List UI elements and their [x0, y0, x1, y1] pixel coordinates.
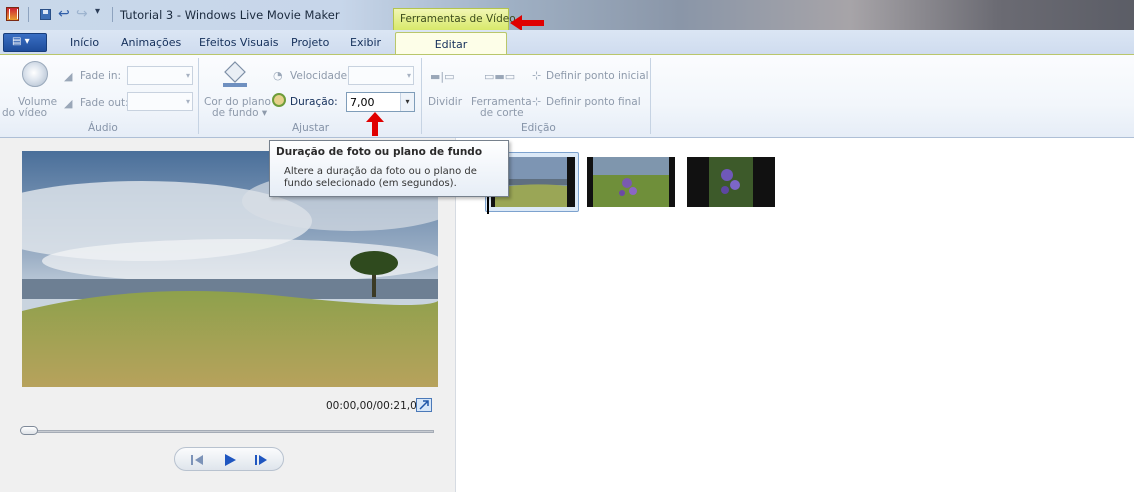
fade-out-label: Fade out: — [80, 97, 129, 109]
trim-tool-label-2: de corte — [480, 107, 524, 119]
seek-thumb[interactable] — [20, 426, 38, 435]
annotation-arrow-up-icon — [366, 112, 384, 136]
tab-editar[interactable]: Editar — [395, 32, 507, 56]
duration-field[interactable]: ▾ — [346, 92, 415, 112]
group-separator — [650, 58, 651, 134]
fade-out-select[interactable]: ▾ — [127, 92, 193, 111]
title-bar: ↪ ↪ ▾ Tutorial 3 - Windows Live Movie Ma… — [0, 0, 1134, 31]
fade-in-select[interactable]: ▾ — [127, 66, 193, 85]
speed-label: Velocidade: — [290, 70, 351, 82]
window-title: Tutorial 3 - Windows Live Movie Maker — [120, 8, 340, 22]
tooltip: Duração de foto ou plano de fundo Altere… — [269, 140, 509, 197]
tooltip-body: Altere a duração da foto ou o plano de f… — [284, 166, 477, 189]
speaker-volume-icon[interactable] — [22, 61, 48, 87]
timecode: 00:00,00/00:21,00 — [326, 400, 424, 412]
fade-in-label: Fade in: — [80, 70, 122, 82]
volume-label-2: do vídeo — [2, 107, 48, 119]
tab-efeitos-visuais[interactable]: Efeitos Visuais — [199, 36, 279, 49]
duration-label: Duração: — [290, 96, 338, 108]
tab-inicio[interactable]: Início — [70, 36, 99, 49]
next-frame-icon[interactable] — [249, 452, 273, 468]
file-menu-button[interactable]: ▤ ▾ — [3, 33, 47, 52]
tooltip-title: Duração de foto ou plano de fundo — [276, 146, 483, 158]
paint-bucket-icon[interactable] — [222, 60, 248, 88]
tab-exibir[interactable]: Exibir — [350, 36, 381, 49]
group-separator — [421, 58, 422, 134]
storyboard-clip[interactable] — [587, 157, 675, 207]
movie-maker-window: ↪ ↪ ▾ Tutorial 3 - Windows Live Movie Ma… — [0, 0, 1134, 492]
storyboard-clip[interactable] — [687, 157, 775, 207]
chevron-down-icon[interactable]: ▾ — [400, 93, 414, 111]
group-label-adjust: Ajustar — [292, 122, 330, 134]
chevron-down-icon: ▾ — [185, 71, 190, 80]
fullscreen-icon[interactable] — [416, 398, 432, 412]
play-icon[interactable] — [219, 452, 241, 468]
chevron-down-icon: ▾ — [406, 71, 411, 80]
quick-access-dropdown-icon[interactable]: ▾ — [95, 6, 100, 17]
fade-in-icon: ◢ — [64, 70, 73, 83]
undo-icon[interactable]: ↪ — [58, 6, 70, 22]
storyboard — [457, 138, 1134, 492]
split-icon: ▬|▭ — [430, 70, 455, 83]
trim-tool-icon: ▭▬▭ — [484, 70, 516, 83]
tab-animacoes[interactable]: Animações — [121, 36, 181, 49]
tab-projeto[interactable]: Projeto — [291, 36, 329, 49]
speed-icon: ◔ — [273, 69, 283, 82]
group-label-audio: Áudio — [88, 122, 118, 134]
context-tab-video-tools: Ferramentas de Vídeo — [393, 8, 516, 30]
bgcolor-label-2: de fundo ▾ — [212, 107, 268, 119]
set-start-point-button[interactable]: Definir ponto inicial — [546, 70, 649, 82]
group-separator — [198, 58, 199, 134]
split-button[interactable]: Dividir — [428, 96, 462, 108]
group-label-editing: Edição — [521, 122, 556, 134]
app-icon[interactable] — [6, 7, 19, 21]
chevron-down-icon: ▾ — [185, 97, 190, 106]
playback-controls — [174, 447, 284, 471]
set-end-point-button[interactable]: Definir ponto final — [546, 96, 641, 108]
save-icon[interactable] — [40, 9, 51, 20]
seek-bar[interactable] — [22, 430, 434, 433]
duration-input[interactable] — [347, 93, 397, 111]
set-end-icon: ⊹ — [532, 95, 542, 108]
set-start-icon: ⊹ — [532, 69, 542, 82]
clock-icon — [272, 93, 286, 107]
previous-frame-icon[interactable] — [187, 452, 211, 468]
redo-icon[interactable]: ↪ — [76, 6, 88, 22]
separator — [28, 7, 29, 22]
separator — [112, 7, 113, 22]
speed-select[interactable]: ▾ — [348, 66, 414, 85]
file-menu-icon: ▤ ▾ — [12, 36, 30, 47]
fade-out-icon: ◢ — [64, 97, 73, 110]
